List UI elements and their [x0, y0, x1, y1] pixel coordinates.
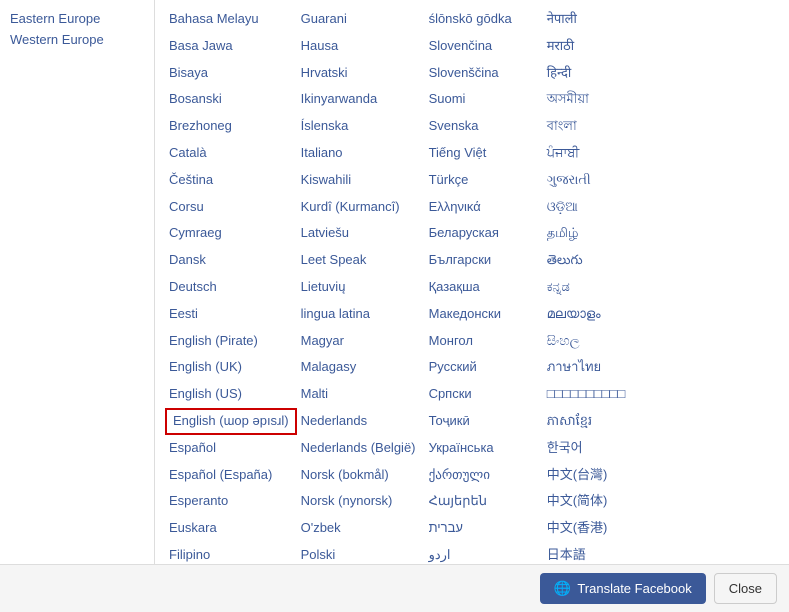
sidebar-item-western-europe[interactable]: Western Europe — [10, 29, 144, 50]
lang-link-සිංහල[interactable]: සිංහල — [543, 328, 661, 355]
lang-link-монгол[interactable]: Монгол — [425, 328, 543, 355]
lang-link-български[interactable]: Български — [425, 247, 543, 274]
lang-link-esperanto[interactable]: Esperanto — [165, 488, 297, 515]
lang-link-ქართული[interactable]: ქართული — [425, 462, 543, 489]
lang-link-తెలుగు[interactable]: తెలుగు — [543, 247, 661, 274]
lang-link-ગુજરાતી[interactable]: ગુજરાતી — [543, 167, 661, 194]
lang-link-o'zbek[interactable]: O'zbek — [297, 515, 425, 542]
lang-link-বাংলা[interactable]: বাংলা — [543, 113, 661, 140]
lang-link-lietuvių[interactable]: Lietuvių — [297, 274, 425, 301]
lang-link-english-pirate[interactable]: English (Pirate) — [165, 328, 297, 355]
lang-link-中文香港[interactable]: 中文(香港) — [543, 515, 661, 542]
lang-link-basa-jawa[interactable]: Basa Jawa — [165, 33, 297, 60]
language-grid: Bahasa MelayuBasa JawaBisayaBosanskiBrez… — [165, 6, 779, 564]
lang-link-hausa[interactable]: Hausa — [297, 33, 425, 60]
lang-link-தமிழ்[interactable]: தமிழ் — [543, 220, 661, 247]
lang-link-hrvatski[interactable]: Hrvatski — [297, 60, 425, 87]
translate-facebook-button[interactable]: 🌐 Translate Facebook — [540, 573, 706, 604]
lang-link-filipino[interactable]: Filipino — [165, 542, 297, 564]
lang-link-नेपाली[interactable]: नेपाली — [543, 6, 661, 33]
lang-link-中文台灣[interactable]: 中文(台灣) — [543, 462, 661, 489]
lang-link-українська[interactable]: Українська — [425, 435, 543, 462]
lang-link-中文简体[interactable]: 中文(简体) — [543, 488, 661, 515]
lang-link-brezhoneg[interactable]: Brezhoneg — [165, 113, 297, 140]
lang-link-english-upside-down[interactable]: English (ɯop ǝpısɹl) — [169, 410, 293, 431]
lang-link-bosanski[interactable]: Bosanski — [165, 86, 297, 113]
lang-link-ślōnskō-gōdka[interactable]: ślōnskō gōdka — [425, 6, 543, 33]
lang-link-ଓଡ଼ିଆ[interactable]: ଓଡ଼ିଆ — [543, 194, 661, 221]
lang-col-1: GuaraniHausaHrvatskiIkinyarwandaÍslenska… — [297, 6, 425, 564]
lang-link-svenska[interactable]: Svenska — [425, 113, 543, 140]
lang-link-□□□□□□□□□□[interactable]: □□□□□□□□□□ — [543, 381, 661, 408]
sidebar: Eastern Europe Western Europe — [0, 0, 155, 564]
lang-link-malti[interactable]: Malti — [297, 381, 425, 408]
lang-link-հայերեն[interactable]: Հայերեն — [425, 488, 543, 515]
lang-col-0: Bahasa MelayuBasa JawaBisayaBosanskiBrez… — [165, 6, 297, 564]
lang-link-deutsch[interactable]: Deutsch — [165, 274, 297, 301]
lang-link-ਪੰਜਾਬੀ[interactable]: ਪੰਜਾਬੀ — [543, 140, 661, 167]
lang-link-polski[interactable]: Polski — [297, 542, 425, 564]
lang-link-മലയാളം[interactable]: മലയാളം — [543, 301, 661, 328]
lang-col-2: ślōnskō gōdkaSlovenčinaSlovenščinaSuomiS… — [425, 6, 543, 564]
lang-link-slovenščina[interactable]: Slovenščina — [425, 60, 543, 87]
lang-link-ಕನ್ನಡ[interactable]: ಕನ್ನಡ — [543, 274, 661, 301]
lang-link-slovenčina[interactable]: Slovenčina — [425, 33, 543, 60]
lang-link-हिन्दी[interactable]: हिन्दी — [543, 60, 661, 87]
lang-link-kiswahili[interactable]: Kiswahili — [297, 167, 425, 194]
lang-link-čeština[interactable]: Čeština — [165, 167, 297, 194]
lang-link-nederlands[interactable]: Nederlands — [297, 408, 425, 435]
lang-link-íslenska[interactable]: Íslenska — [297, 113, 425, 140]
lang-link-nederlands-belgië[interactable]: Nederlands (België) — [297, 435, 425, 462]
lang-link-ikinyarwanda[interactable]: Ikinyarwanda — [297, 86, 425, 113]
lang-link-bahasa-melayu[interactable]: Bahasa Melayu — [165, 6, 297, 33]
lang-link-ภาษาไทย[interactable]: ภาษาไทย — [543, 354, 661, 381]
lang-link-tiếng-việt[interactable]: Tiếng Việt — [425, 140, 543, 167]
lang-link-español-españa[interactable]: Español (España) — [165, 462, 297, 489]
language-grid-area: Bahasa MelayuBasa JawaBisayaBosanskiBrez… — [155, 0, 789, 564]
lang-link-ελληνικά[interactable]: Ελληνικά — [425, 194, 543, 221]
lang-link-日本語[interactable]: 日本語 — [543, 542, 661, 564]
lang-link-euskara[interactable]: Euskara — [165, 515, 297, 542]
lang-link-guarani[interactable]: Guarani — [297, 6, 425, 33]
lang-link-malagasy[interactable]: Malagasy — [297, 354, 425, 381]
lang-link-suomi[interactable]: Suomi — [425, 86, 543, 113]
footer: 🌐 Translate Facebook Close — [0, 564, 789, 612]
lang-link-मराठी[interactable]: मराठी — [543, 33, 661, 60]
lang-link-corsu[interactable]: Corsu — [165, 194, 297, 221]
lang-link-english-us[interactable]: English (US) — [165, 381, 297, 408]
lang-link-magyar[interactable]: Magyar — [297, 328, 425, 355]
globe-icon: 🌐 — [554, 580, 571, 597]
lang-link-norsk-nynorsk[interactable]: Norsk (nynorsk) — [297, 488, 425, 515]
lang-link-bisaya[interactable]: Bisaya — [165, 60, 297, 87]
lang-link-ភាសាខ្មែរ[interactable]: ភាសាខ្មែរ — [543, 408, 661, 435]
lang-link-italiano[interactable]: Italiano — [297, 140, 425, 167]
lang-link-eesti[interactable]: Eesti — [165, 301, 297, 328]
lang-link-македонски[interactable]: Македонски — [425, 301, 543, 328]
close-button[interactable]: Close — [714, 573, 777, 604]
lang-link-қазақша[interactable]: Қазақша — [425, 274, 543, 301]
lang-link-leet-speak[interactable]: Leet Speak — [297, 247, 425, 274]
lang-link-dansk[interactable]: Dansk — [165, 247, 297, 274]
lang-link-cymraeg[interactable]: Cymraeg — [165, 220, 297, 247]
lang-link-тоҷикӣ[interactable]: Тоҷикӣ — [425, 408, 543, 435]
lang-link-latviešu[interactable]: Latviešu — [297, 220, 425, 247]
lang-link-한국어[interactable]: 한국어 — [543, 435, 661, 462]
sidebar-item-eastern-europe[interactable]: Eastern Europe — [10, 8, 144, 29]
lang-link-català[interactable]: Català — [165, 140, 297, 167]
lang-link-اردو[interactable]: اردو — [425, 542, 543, 564]
lang-link-norsk-bokmål[interactable]: Norsk (bokmål) — [297, 462, 425, 489]
lang-link-lingua-latina[interactable]: lingua latina — [297, 301, 425, 328]
translate-label: Translate Facebook — [577, 581, 691, 596]
lang-col-3: नेपालीमराठीहिन्दीঅসমীয়াবাংলাਪੰਜਾਬੀગુજરા… — [543, 6, 661, 564]
lang-link-беларуская[interactable]: Беларуская — [425, 220, 543, 247]
lang-link-অসমীয়া[interactable]: অসমীয়া — [543, 86, 661, 113]
lang-link-english-uk[interactable]: English (UK) — [165, 354, 297, 381]
main-container: Eastern Europe Western Europe Bahasa Mel… — [0, 0, 789, 564]
lang-link-עברית[interactable]: עברית — [425, 515, 543, 542]
lang-link-русский[interactable]: Русский — [425, 354, 543, 381]
lang-link-kurdî-kurmancî[interactable]: Kurdî (Kurmancî) — [297, 194, 425, 221]
lang-link-türkçe[interactable]: Türkçe — [425, 167, 543, 194]
lang-link-српски[interactable]: Српски — [425, 381, 543, 408]
lang-link-español[interactable]: Español — [165, 435, 297, 462]
